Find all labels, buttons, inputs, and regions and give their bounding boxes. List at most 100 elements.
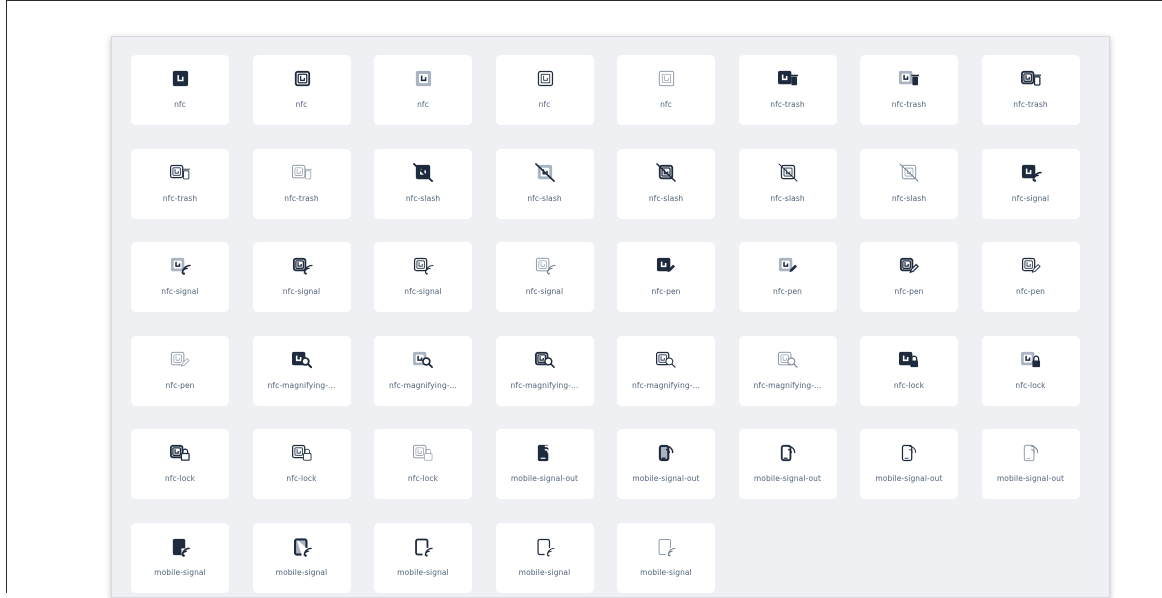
icon-card[interactable]: mobile-signal-out — [860, 429, 958, 499]
icon-card[interactable]: nfc — [617, 55, 715, 125]
icon-card[interactable]: nfc-lock — [374, 429, 472, 499]
icon-grid: nfc nfc nfc nfc nfc nfc-trash nfc-trash — [112, 37, 1109, 597]
icon-card[interactable]: nfc-slash — [374, 148, 472, 219]
icon-card[interactable]: nfc-slash — [617, 148, 715, 219]
icon-card[interactable]: nfc-signal — [981, 148, 1080, 219]
nfc-lock-icon — [899, 351, 919, 367]
icon-card[interactable]: mobile-signal-out — [738, 429, 837, 499]
mobile-signal-icon — [658, 538, 676, 557]
nfc-signal-icon — [413, 257, 434, 275]
mobile-signal-out-icon — [537, 444, 552, 462]
icon-card[interactable]: nfc-trash — [131, 148, 229, 219]
nfc-signal-icon — [170, 257, 191, 275]
icon-card[interactable]: mobile-signal-out — [495, 429, 594, 499]
nfc-trash-icon — [1020, 70, 1041, 86]
nfc-slash-icon — [777, 162, 798, 182]
nfc-signal-icon — [1021, 164, 1042, 182]
icon-label: nfc-pen — [1015, 287, 1046, 296]
icon-card[interactable]: mobile-signal — [131, 522, 229, 593]
icon-card[interactable]: nfc-lock — [981, 335, 1080, 406]
icon-label: nfc-slash — [891, 193, 927, 203]
nfc-magnifying-glass-icon — [534, 351, 555, 368]
icon-card[interactable]: nfc-magnifying-... — [374, 335, 472, 406]
icon-label: nfc-trash — [284, 193, 319, 203]
icon-card[interactable]: nfc-slash — [860, 148, 958, 219]
icon-card[interactable]: mobile-signal — [252, 522, 351, 593]
icon-card[interactable]: mobile-signal — [617, 522, 715, 593]
icon-card[interactable]: nfc-lock — [860, 335, 958, 406]
icon-label: nfc-signal — [1011, 193, 1050, 203]
icon-gallery-panel: nfc nfc nfc nfc nfc nfc-trash nfc-trash — [111, 36, 1110, 598]
icon-label: mobile-signal-out — [632, 474, 700, 483]
icon-card[interactable]: mobile-signal — [374, 522, 472, 593]
icon-card[interactable]: nfc-lock — [131, 429, 229, 499]
nfc-icon — [537, 70, 553, 87]
mobile-signal-icon — [536, 538, 555, 557]
icon-label: nfc-pen — [165, 380, 195, 390]
icon-card[interactable]: nfc-trash — [981, 55, 1080, 125]
icon-card[interactable]: nfc-trash — [252, 148, 351, 219]
icon-card[interactable]: nfc-slash — [738, 148, 837, 219]
icon-label: nfc-signal — [525, 287, 564, 296]
icon-label: nfc-magnifying-... — [632, 380, 700, 390]
icon-label: mobile-signal — [397, 567, 449, 577]
icon-label: mobile-signal-out — [996, 474, 1065, 483]
icon-card[interactable]: nfc-magnifying-... — [252, 335, 351, 406]
icon-card[interactable]: mobile-signal — [495, 522, 594, 593]
icon-label: nfc — [174, 100, 186, 109]
icon-card[interactable]: nfc-pen — [738, 242, 837, 312]
icon-card[interactable]: nfc-signal — [131, 242, 229, 312]
nfc-slash-icon — [413, 162, 433, 182]
nfc-trash-icon — [169, 164, 190, 179]
icon-card[interactable]: nfc-lock — [252, 429, 351, 499]
nfc-lock-icon — [1020, 351, 1040, 367]
icon-card[interactable]: nfc-trash — [738, 55, 837, 125]
icon-card[interactable]: nfc — [374, 55, 472, 125]
icon-card[interactable]: mobile-signal-out — [981, 429, 1080, 499]
nfc-magnifying-glass-icon — [777, 351, 798, 368]
icon-card[interactable]: nfc-magnifying-... — [738, 335, 837, 406]
icon-card[interactable]: nfc-slash — [495, 148, 594, 219]
icon-card[interactable]: nfc-pen — [131, 335, 229, 406]
icon-card[interactable]: nfc-pen — [617, 242, 715, 312]
icon-card[interactable]: nfc — [495, 55, 594, 125]
icon-label: nfc-slash — [648, 193, 684, 203]
nfc-lock-icon — [412, 444, 433, 461]
icon-card[interactable]: nfc-signal — [374, 242, 472, 312]
icon-label: nfc-trash — [162, 193, 198, 203]
nfc-trash-icon — [291, 164, 312, 179]
mobile-signal-icon — [172, 538, 190, 557]
icon-card[interactable]: nfc — [252, 55, 351, 125]
icon-card[interactable]: nfc-magnifying-... — [495, 335, 594, 406]
icon-card[interactable]: nfc-signal — [495, 242, 594, 312]
mobile-signal-out-icon — [901, 444, 917, 462]
nfc-lock-icon — [170, 444, 190, 461]
mobile-signal-icon — [415, 538, 433, 557]
nfc-slash-icon — [899, 162, 919, 182]
icon-card[interactable]: nfc-trash — [860, 55, 958, 125]
icon-card[interactable]: nfc — [131, 55, 229, 125]
icon-label: nfc-magnifying-... — [753, 380, 822, 390]
nfc-icon — [294, 70, 310, 87]
icon-label: nfc — [538, 100, 551, 109]
icon-card[interactable]: mobile-signal-out — [617, 429, 715, 499]
icon-label: nfc-lock — [164, 474, 196, 483]
nfc-magnifying-glass-icon — [291, 351, 312, 368]
nfc-icon — [415, 70, 432, 87]
nfc-pen-icon — [1021, 257, 1041, 273]
icon-label: nfc-slash — [405, 193, 441, 203]
icon-card[interactable]: nfc-signal — [252, 242, 351, 312]
nfc-pen-icon — [656, 257, 676, 273]
icon-label: nfc-pen — [651, 287, 681, 296]
icon-label: mobile-signal — [640, 567, 692, 577]
icon-card[interactable]: nfc-magnifying-... — [617, 335, 715, 406]
icon-label: nfc-lock — [286, 474, 317, 483]
mobile-signal-out-icon — [780, 444, 795, 462]
nfc-slash-icon — [656, 162, 676, 182]
nfc-magnifying-glass-icon — [413, 351, 433, 368]
icon-card[interactable]: nfc-pen — [981, 242, 1080, 312]
nfc-trash-icon — [899, 70, 919, 86]
icon-card[interactable]: nfc-pen — [860, 242, 958, 312]
icon-label: nfc-pen — [894, 287, 924, 296]
mobile-signal-out-icon — [658, 444, 674, 462]
